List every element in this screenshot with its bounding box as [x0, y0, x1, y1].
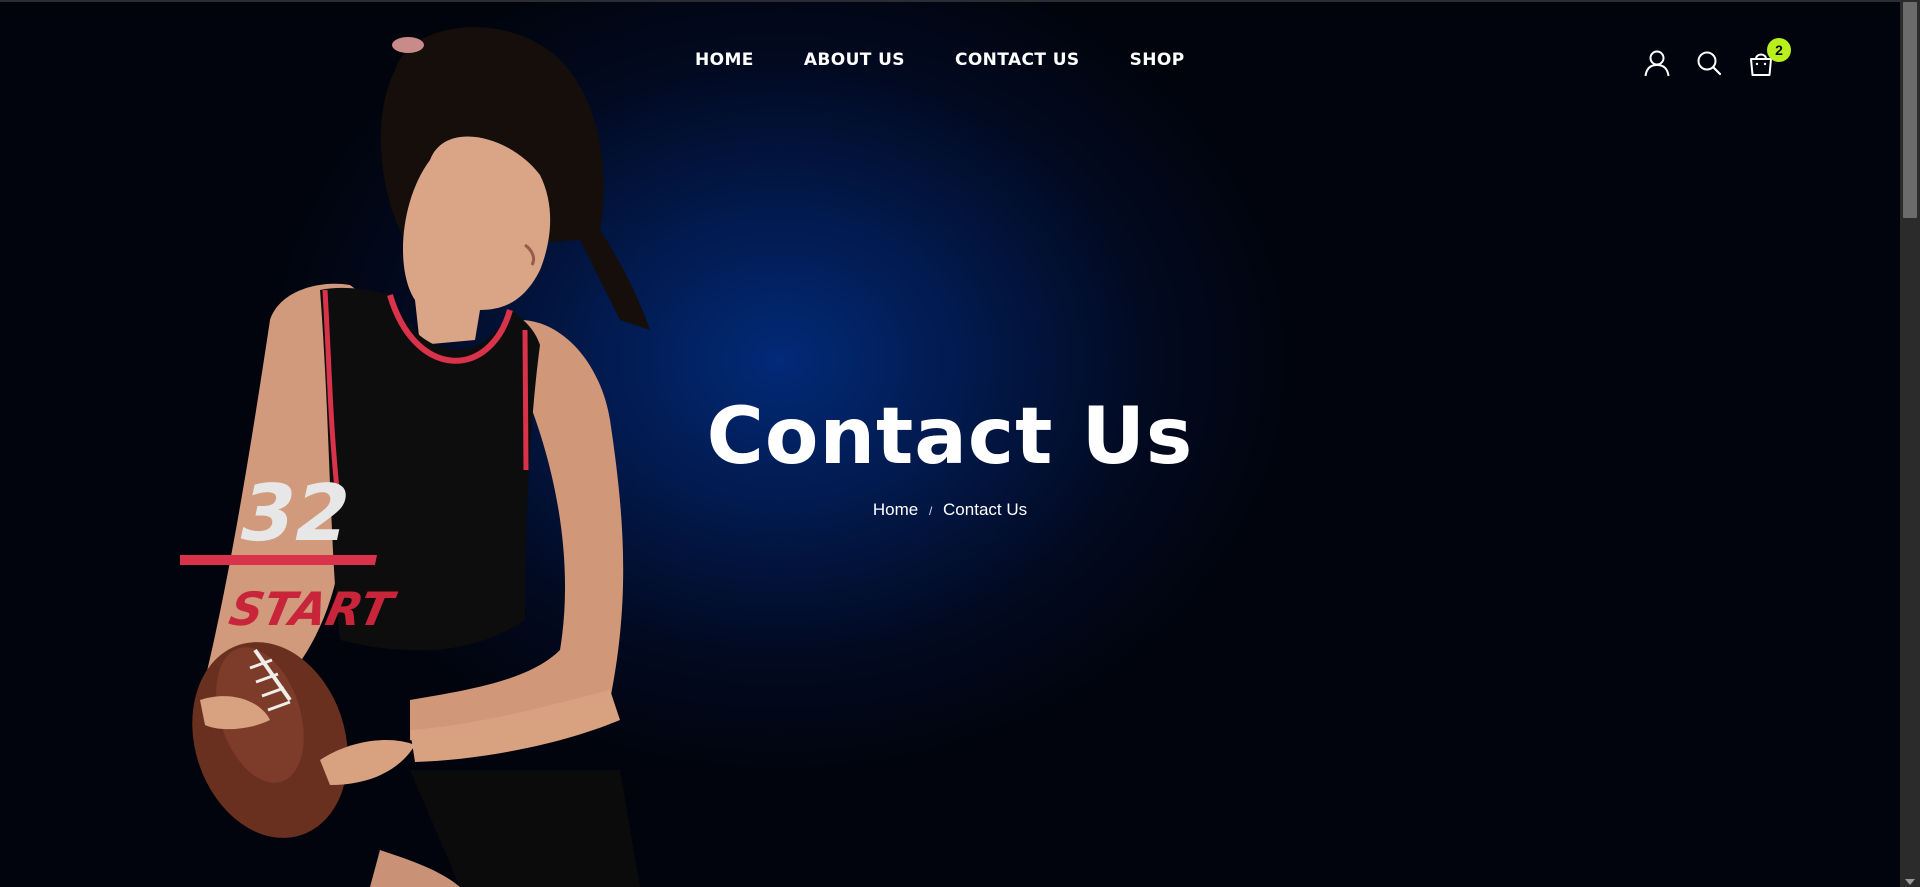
- nav-item-shop[interactable]: SHOP: [1130, 50, 1185, 70]
- header-icons: 2: [1643, 38, 1791, 78]
- search-button[interactable]: [1695, 48, 1723, 78]
- cart-button[interactable]: 2: [1747, 38, 1791, 78]
- page-title: Contact Us: [706, 392, 1194, 482]
- nav-item-contact-us[interactable]: CONTACT US: [955, 50, 1080, 70]
- main-nav: HOME ABOUT US CONTACT US SHOP: [695, 50, 1185, 70]
- account-button[interactable]: [1643, 48, 1671, 78]
- nav-item-home[interactable]: HOME: [695, 50, 754, 70]
- breadcrumb: Home / Contact Us: [0, 500, 1900, 520]
- nav-item-about-us[interactable]: ABOUT US: [804, 50, 905, 70]
- breadcrumb-separator: /: [928, 504, 933, 518]
- scrollbar-thumb[interactable]: [1903, 2, 1917, 218]
- cart-count-badge: 2: [1767, 38, 1791, 62]
- user-icon: [1644, 50, 1670, 77]
- search-icon: [1697, 51, 1722, 76]
- scroll-down-arrow-icon[interactable]: [1905, 879, 1915, 885]
- breadcrumb-current: Contact Us: [943, 500, 1028, 519]
- page: 32 START HOME ABOUT US CONTACT US SHOP 2…: [0, 0, 1920, 887]
- breadcrumb-home-link[interactable]: Home: [873, 500, 918, 519]
- page-scrollbar[interactable]: [1900, 0, 1920, 887]
- svg-text:START: START: [225, 582, 401, 635]
